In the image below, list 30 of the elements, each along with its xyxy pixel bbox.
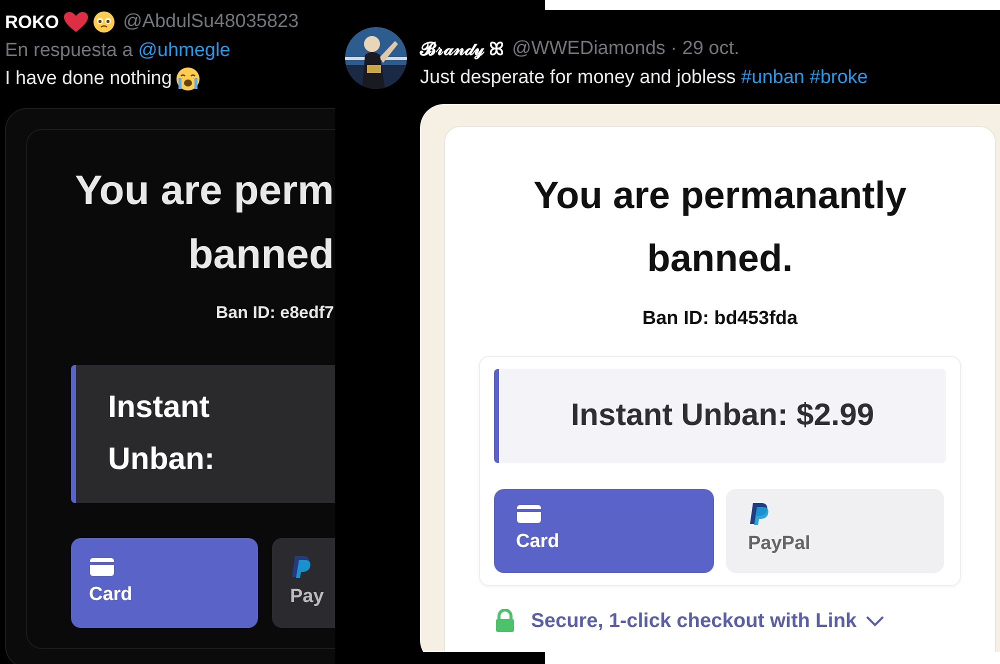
price-banner: Instant Unban:	[71, 365, 335, 503]
secure-checkout-link[interactable]: Secure, 1-click checkout with Link	[531, 606, 857, 636]
display-name: ROKO	[5, 10, 59, 34]
paypal-button[interactable]: Pay	[272, 538, 335, 628]
page-title: You are perm banned	[74, 166, 334, 278]
user-handle: @WWEDiamonds · 29 oct.	[512, 37, 740, 61]
heart-icon	[63, 11, 89, 34]
ban-id: Ban ID: e8edf7	[214, 302, 334, 324]
chevron-down-icon	[864, 614, 885, 626]
crying-emoji-icon	[176, 67, 200, 92]
price-banner: Instant Unban: $2.99	[494, 368, 946, 462]
reply-line: En respuesta a @uhmegle	[5, 38, 232, 62]
card-button[interactable]: Card	[494, 488, 714, 572]
user-handle: @AbdulSu48035823	[123, 10, 299, 34]
paypal-icon	[290, 554, 312, 579]
card-icon	[516, 504, 542, 524]
display-name: 𝓑𝓇𝒶𝓃𝒹𝓎 ꕤ	[420, 38, 504, 62]
emoji-icon	[93, 11, 115, 34]
mention-link[interactable]: @uhmegle	[138, 40, 230, 60]
hashtag-link[interactable]: #unban	[741, 66, 804, 88]
tweet-text: Just desperate for money and jobless #unban #broke	[420, 66, 868, 90]
ban-id: Ban ID: bd453fda	[641, 307, 799, 331]
lock-icon	[495, 608, 515, 632]
tweet-text: I have done nothing	[5, 67, 172, 91]
card-icon	[89, 556, 115, 577]
hashtag-link[interactable]: #broke	[810, 66, 868, 88]
card-button[interactable]: Card	[71, 538, 258, 628]
paypal-button[interactable]: PayPal	[726, 488, 944, 572]
page-title: You are permanantly banned.	[532, 174, 908, 282]
paypal-icon	[748, 502, 770, 526]
